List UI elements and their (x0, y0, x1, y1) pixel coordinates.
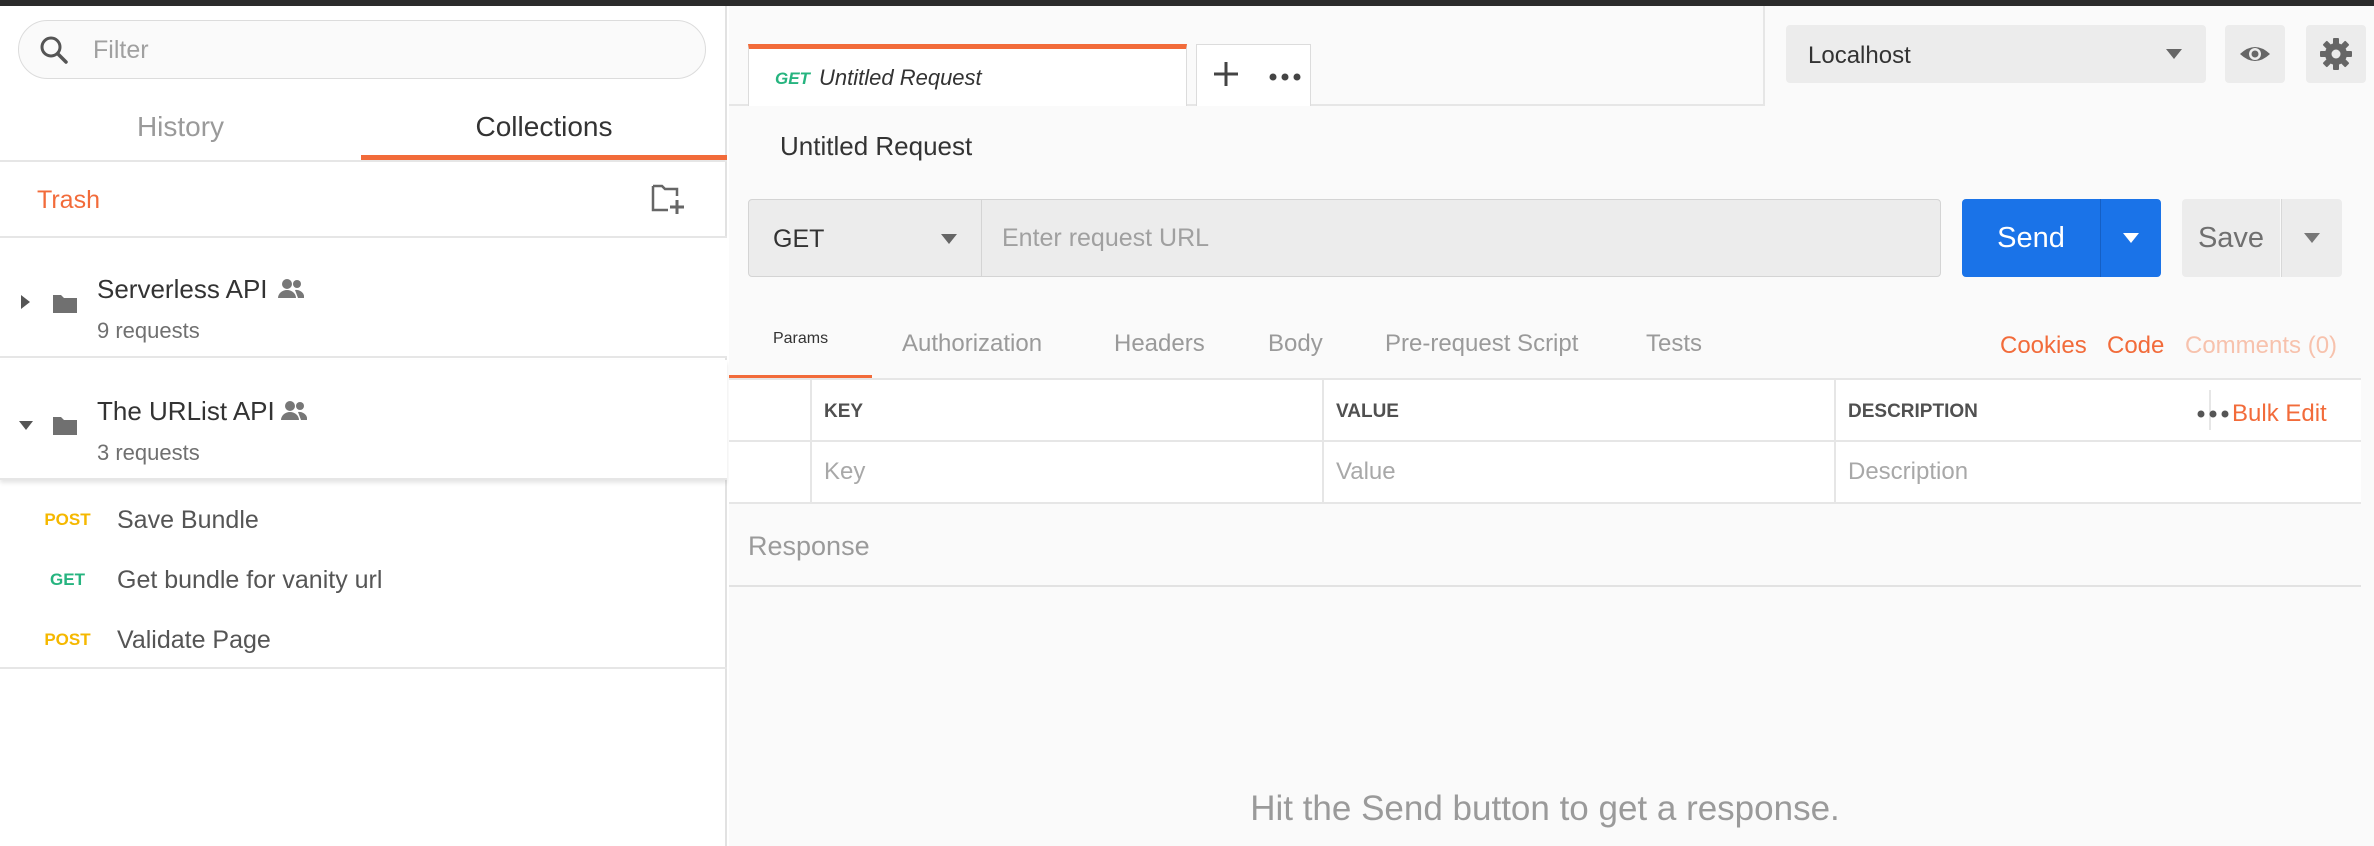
request-title[interactable]: Untitled Request (780, 131, 972, 162)
params-table: KEY VALUE DESCRIPTION Key Value Descript… (729, 380, 2361, 504)
method-badge: POST (44, 630, 91, 649)
bulk-edit-link[interactable]: Bulk Edit (2232, 400, 2327, 428)
folder-icon (52, 292, 78, 314)
response-heading: Response (748, 531, 870, 561)
caret-down-icon[interactable] (18, 418, 34, 432)
tab-method: GET (775, 69, 810, 88)
collection-name: The URList API (97, 396, 275, 426)
more-icon[interactable] (2197, 400, 2229, 418)
tab-pre-request-script[interactable]: Pre-request Script (1385, 330, 1578, 358)
tab-tests[interactable]: Tests (1646, 330, 1702, 358)
request-tab[interactable]: GET Untitled Request (748, 44, 1187, 106)
code-link[interactable]: Code (2107, 332, 2164, 360)
chevron-down-icon (2166, 49, 2182, 59)
request-item[interactable]: POST Save Bundle (0, 489, 727, 549)
trash-link[interactable]: Trash (37, 186, 100, 215)
collection-count: 3 requests (97, 440, 200, 465)
environment-value: Localhost (1808, 42, 1911, 69)
method-value: GET (773, 225, 825, 253)
new-collection-icon (650, 182, 686, 216)
chevron-down-icon (941, 234, 957, 244)
empty-response-message: Hit the Send button to get a response. (1250, 789, 1840, 828)
checkbox-column-header (729, 380, 812, 442)
send-options-button[interactable] (2100, 199, 2161, 277)
request-item[interactable]: POST Validate Page (0, 609, 727, 669)
column-header-key: KEY (812, 380, 1324, 442)
collection-count: 9 requests (97, 318, 200, 343)
collection-item[interactable]: Serverless API 9 requests (0, 238, 727, 358)
cookies-link[interactable]: Cookies (2000, 332, 2087, 360)
row-checkbox-cell[interactable] (729, 442, 812, 504)
method-select[interactable]: GET (748, 199, 982, 277)
param-key-input[interactable]: Key (812, 442, 1324, 504)
caret-right-icon[interactable] (18, 294, 32, 310)
request-name: Get bundle for vanity url (117, 566, 383, 594)
tab-params[interactable]: Params (729, 330, 872, 380)
tab-body[interactable]: Body (1268, 330, 1323, 358)
tab-title: Untitled Request (819, 65, 982, 90)
environment-quick-look-button[interactable] (2225, 25, 2285, 83)
team-icon (281, 400, 307, 422)
more-icon[interactable] (1269, 73, 1301, 81)
column-header-value: VALUE (1324, 380, 1836, 442)
divider (729, 585, 2361, 587)
search-icon (39, 35, 69, 65)
save-options-button[interactable] (2281, 199, 2342, 277)
collection-name: Serverless API (97, 274, 268, 304)
tab-authorization[interactable]: Authorization (902, 330, 1042, 358)
method-badge: GET (50, 570, 85, 589)
filter-input[interactable] (91, 31, 675, 69)
send-button[interactable]: Send (1962, 199, 2100, 277)
divider (0, 160, 727, 162)
folder-icon (52, 414, 78, 436)
param-description-input[interactable]: Description (1836, 442, 2361, 504)
environment-select[interactable]: Localhost (1786, 25, 2206, 83)
plus-icon[interactable] (1211, 59, 1241, 89)
collection-item[interactable]: The URList API 3 requests (0, 360, 727, 480)
settings-button[interactable] (2306, 25, 2366, 83)
tab-history[interactable]: History (0, 100, 361, 160)
request-name: Save Bundle (117, 506, 259, 534)
tab-headers[interactable]: Headers (1114, 330, 1205, 358)
comments-link[interactable]: Comments (0) (2185, 332, 2337, 360)
request-item[interactable]: GET Get bundle for vanity url (0, 549, 727, 609)
divider (0, 667, 727, 669)
url-input[interactable] (981, 199, 1941, 277)
filter-box[interactable] (18, 20, 706, 79)
method-badge: POST (44, 510, 91, 529)
new-collection-button[interactable] (650, 182, 686, 216)
param-value-input[interactable]: Value (1324, 442, 1836, 504)
request-name: Validate Page (117, 626, 271, 654)
save-button[interactable]: Save (2182, 199, 2280, 277)
tab-collections[interactable]: Collections (361, 100, 727, 160)
team-icon (278, 278, 304, 300)
new-tab-button[interactable] (1196, 44, 1311, 106)
